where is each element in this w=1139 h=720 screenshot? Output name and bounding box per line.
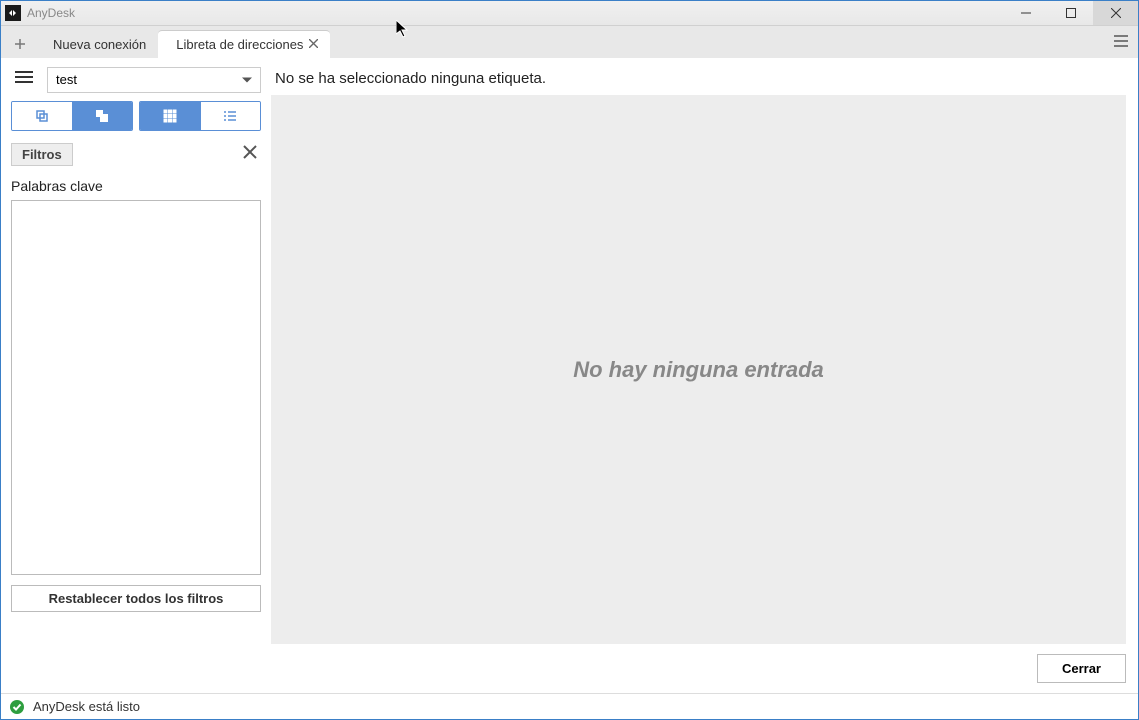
new-tab-button[interactable] [5,30,35,58]
view-mode-group-2 [139,101,261,131]
maximize-button[interactable] [1048,1,1093,25]
tab-label: Libreta de direcciones [176,37,303,52]
window-title: AnyDesk [27,6,1003,20]
empty-message: No hay ninguna entrada [573,357,824,383]
app-icon [5,5,21,21]
select-value: test [56,72,77,87]
close-window-button[interactable] [1093,1,1138,25]
status-ok-icon [9,699,25,715]
minimize-button[interactable] [1003,1,1048,25]
filters-label: Filtros [11,143,73,166]
view-grid-icon[interactable] [140,102,200,130]
view-list-icon[interactable] [200,102,261,130]
tab-address-book[interactable]: Libreta de direcciones [158,30,330,58]
main-area: test [1,58,1138,693]
content-header: No se ha seleccionado ninguna etiqueta. [271,66,1126,95]
view-single-icon[interactable] [12,102,72,130]
content-body: No hay ninguna entrada [271,95,1126,644]
sidebar: test [1,58,271,693]
tab-new-connection[interactable]: Nueva conexión [35,30,158,58]
keywords-label: Palabras clave [11,178,261,194]
sidebar-menu-button[interactable] [11,66,37,93]
close-button[interactable]: Cerrar [1037,654,1126,683]
menu-button[interactable] [1112,32,1130,55]
close-tab-icon[interactable] [309,39,318,51]
window-controls [1003,1,1138,25]
title-bar: AnyDesk [1,1,1138,26]
view-stack-icon[interactable] [72,102,133,130]
clear-filter-icon[interactable] [239,141,261,168]
keywords-input[interactable] [11,200,261,575]
tab-label: Nueva conexión [53,37,146,52]
view-mode-group-1 [11,101,133,131]
tab-bar: Nueva conexión Libreta de direcciones [1,26,1138,58]
reset-filters-button[interactable]: Restablecer todos los filtros [11,585,261,612]
address-book-select[interactable]: test [47,67,261,93]
status-text: AnyDesk está listo [33,699,140,714]
status-bar: AnyDesk está listo [1,693,1138,719]
content-area: No se ha seleccionado ninguna etiqueta. … [271,58,1138,693]
